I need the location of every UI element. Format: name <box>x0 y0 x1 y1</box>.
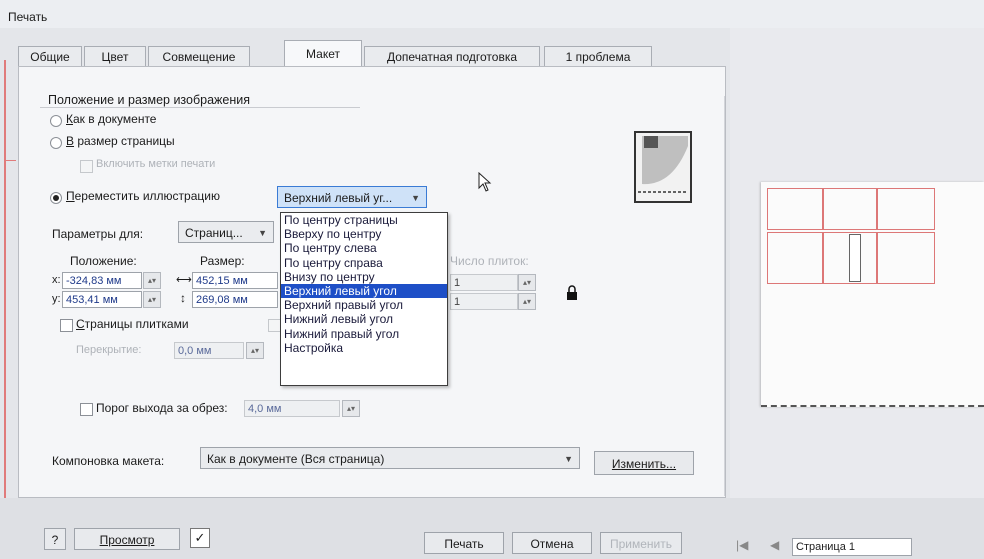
radio-as-document[interactable] <box>50 115 62 127</box>
left-edge-tick <box>4 160 16 161</box>
lock-icon[interactable] <box>566 285 578 301</box>
y-position-field[interactable]: 453,41 мм <box>62 291 142 308</box>
preview-button-label: Просмотр <box>99 533 155 547</box>
page-preview <box>761 182 984 407</box>
size-label: Размер: <box>200 254 245 268</box>
dropdown-item-center-right[interactable]: По центру справа <box>281 256 447 270</box>
overlap-label: Перекрытие: <box>76 344 142 356</box>
cancel-button[interactable]: Отмена <box>512 532 592 554</box>
tab-separations[interactable]: Совмещение <box>148 46 250 67</box>
position-dropdown-list: По центру страницы Вверху по центру По ц… <box>280 212 448 386</box>
tab-color[interactable]: Цвет <box>84 46 146 67</box>
y-spinner[interactable]: ▴▾ <box>143 291 161 308</box>
tab-general[interactable]: Общие <box>18 46 82 67</box>
change-button-label: Изменить... <box>611 457 677 471</box>
params-for-combo[interactable]: Страниц... ▼ <box>178 221 274 243</box>
dropdown-item-top-right[interactable]: Верхний правый угол <box>281 298 447 312</box>
tile-pages-label: Страницы плитками <box>76 317 189 331</box>
tile-pages-checkbox[interactable] <box>60 319 73 332</box>
bleed-spinner[interactable]: ▴▾ <box>342 400 360 417</box>
width-arrow-icon: ⟷ <box>176 274 192 286</box>
tiles-count-field-2[interactable]: 1 <box>450 293 518 310</box>
width-field[interactable]: 452,15 мм <box>192 272 278 289</box>
preview-tile <box>877 188 935 230</box>
position-label: Положение: <box>70 254 137 268</box>
preview-tile <box>767 232 823 284</box>
tab-prepress[interactable]: Допечатная подготовка <box>364 46 540 67</box>
chevron-down-icon: ▼ <box>411 193 420 203</box>
print-button[interactable]: Печать <box>424 532 504 554</box>
preview-button[interactable]: Просмотр <box>74 528 180 550</box>
preview-divider <box>724 96 725 496</box>
overlap-field[interactable]: 0,0 мм <box>174 342 244 359</box>
overlap-spinner[interactable]: ▴▾ <box>246 342 264 359</box>
layout-combo[interactable]: Как в документе (Вся страница) ▼ <box>200 447 580 469</box>
dropdown-item-top-left[interactable]: Верхний левый угол <box>281 283 447 299</box>
bleed-label: Порог выхода за обрез: <box>96 401 228 415</box>
mouse-cursor-icon <box>478 172 492 192</box>
apply-button[interactable]: Применить <box>600 532 682 554</box>
tab-issues[interactable]: 1 проблема <box>544 46 652 67</box>
tiles-count-field-1[interactable]: 1 <box>450 274 518 291</box>
preview-label-strip <box>849 234 861 282</box>
layout-value: Как в документе (Вся страница) <box>207 452 385 466</box>
radio-fit-page-label: В размер страницы <box>66 134 175 148</box>
tiles-spinner-2[interactable]: ▴▾ <box>518 293 536 310</box>
title-bar: Печать <box>0 0 984 28</box>
dropdown-item-bottom-center[interactable]: Внизу по центру <box>281 270 447 284</box>
group-title: Положение и размер изображения <box>48 93 255 107</box>
move-position-value: Верхний левый уг... <box>284 191 393 205</box>
print-marks-checkbox[interactable] <box>80 160 93 173</box>
x-spinner[interactable]: ▴▾ <box>143 272 161 289</box>
dropdown-item-bottom-right[interactable]: Нижний правый угол <box>281 327 447 341</box>
move-position-combo[interactable]: Верхний левый уг... ▼ <box>277 186 427 208</box>
help-button[interactable]: ? <box>44 528 66 550</box>
left-edge-line <box>4 60 6 500</box>
radio-as-document-label: Как в документе <box>66 112 157 126</box>
print-marks-label: Включить метки печати <box>96 158 216 170</box>
dropdown-item-center-left[interactable]: По центру слева <box>281 241 447 255</box>
first-page-icon[interactable]: |◀ <box>736 538 748 552</box>
height-field[interactable]: 269,08 мм <box>192 291 278 308</box>
height-arrow-icon: ↕ <box>180 291 186 305</box>
tiles-count-label: Число плиток: <box>450 254 529 268</box>
radio-fit-page[interactable] <box>50 137 62 149</box>
tab-layout[interactable]: Макет <box>284 40 362 68</box>
x-position-field[interactable]: -324,83 мм <box>62 272 142 289</box>
preview-toggle-icon[interactable]: ✓ <box>190 528 210 548</box>
bleed-field[interactable]: 4,0 мм <box>244 400 340 417</box>
layout-label: Компоновка макета: <box>52 454 165 468</box>
prev-page-icon[interactable]: ◀ <box>770 538 779 552</box>
y-label: y: <box>52 293 61 305</box>
dropdown-item-top-center[interactable]: Вверху по центру <box>281 227 447 241</box>
chevron-down-icon: ▼ <box>258 228 267 238</box>
bleed-checkbox[interactable] <box>80 403 93 416</box>
radio-move-illustration-label: Переместить иллюстрацию <box>66 189 220 203</box>
dropdown-item-custom[interactable]: Настройка <box>281 341 447 355</box>
page-orientation-icon <box>634 131 692 203</box>
tiles-spinner-1[interactable]: ▴▾ <box>518 274 536 291</box>
chevron-down-icon: ▼ <box>564 454 573 464</box>
preview-tile <box>877 232 935 284</box>
preview-tile <box>767 188 823 230</box>
params-for-value: Страниц... <box>185 226 243 240</box>
x-label: x: <box>52 274 61 286</box>
params-for-label: Параметры для: <box>52 227 144 241</box>
page-selector[interactable]: Страница 1 <box>792 538 912 556</box>
dropdown-item-center[interactable]: По центру страницы <box>281 213 447 227</box>
group-divider <box>40 107 360 108</box>
radio-move-illustration[interactable] <box>50 192 62 204</box>
preview-tile <box>823 188 877 230</box>
window-title: Печать <box>8 10 48 24</box>
change-button[interactable]: Изменить... <box>594 451 694 475</box>
dropdown-item-bottom-left[interactable]: Нижний левый угол <box>281 312 447 326</box>
